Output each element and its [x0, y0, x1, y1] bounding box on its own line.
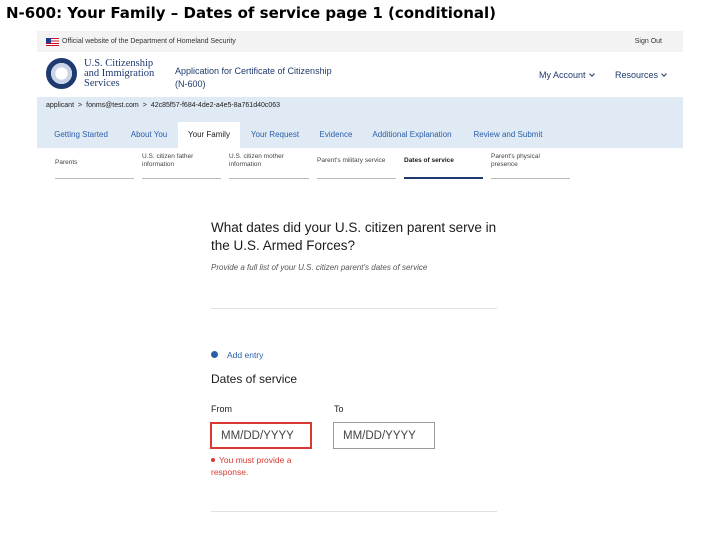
chevron-down-icon — [588, 71, 595, 77]
subnav-underline — [55, 178, 134, 179]
divider — [211, 511, 497, 512]
tab-your-family[interactable]: Your Family — [178, 122, 240, 148]
subnav-parents[interactable]: Parents — [55, 159, 135, 167]
question-hint: Provide a full list of your U.S. citizen… — [211, 263, 428, 272]
tab-review-and-submit[interactable]: Review and Submit — [467, 122, 549, 148]
from-label: From — [211, 404, 232, 414]
dates-of-service-heading: Dates of service — [211, 372, 298, 386]
divider — [211, 308, 497, 309]
subnav-parents-physical-presence[interactable]: Parent's physical presence — [491, 153, 571, 169]
subnav-underline — [229, 178, 309, 179]
from-date-error: You must provide a response. — [211, 455, 292, 477]
breadcrumb-email[interactable]: fonms@test.com — [86, 102, 139, 109]
subnav-us-citizen-father[interactable]: U.S. citizen father information — [142, 153, 222, 169]
page-question: What dates did your U.S. citizen parent … — [211, 220, 497, 253]
breadcrumb: applicant > fonms@test.com >42c85f57-f684-4… — [46, 102, 280, 109]
breadcrumb-separator-icon: > — [142, 102, 147, 109]
application-title: Application for Certificate of Citizensh… — [175, 66, 332, 89]
subnav-underline-active — [404, 177, 483, 179]
subnav-underline — [317, 178, 396, 179]
add-circle-icon — [211, 351, 218, 358]
tab-evidence[interactable]: Evidence — [313, 122, 359, 148]
section-tabs: Getting Started About You Your Family Yo… — [37, 122, 683, 148]
dhs-seal-icon — [46, 58, 77, 89]
chevron-down-icon — [661, 71, 667, 77]
error-bullet-icon — [211, 458, 215, 462]
subnav-parents-military-service[interactable]: Parent's military service — [317, 157, 399, 165]
tab-additional-explanation[interactable]: Additional Explanation — [366, 122, 458, 148]
gov-banner: Official website of the Department of Ho… — [37, 31, 683, 52]
sub-navigation: Parents U.S. citizen father information … — [37, 148, 683, 182]
subnav-underline — [142, 178, 221, 179]
my-account-menu[interactable]: My Account — [539, 70, 595, 80]
slide-title: N-600: Your Family – Dates of service pa… — [6, 4, 497, 22]
browser-page: Official website of the Department of Ho… — [37, 31, 683, 539]
tab-about-you[interactable]: About You — [122, 122, 176, 148]
breadcrumb-separator-icon: > — [78, 102, 83, 109]
subnav-underline — [491, 178, 570, 179]
tab-your-request[interactable]: Your Request — [245, 122, 305, 148]
navigation-bar: applicant > fonms@test.com >42c85f57-f684-4… — [37, 97, 683, 182]
site-header: U.S. Citizenship and Immigration Service… — [37, 52, 683, 97]
add-entry-button[interactable]: Add entry — [211, 350, 263, 360]
resources-menu[interactable]: Resources — [615, 70, 667, 80]
to-label: To — [334, 404, 344, 414]
agency-name[interactable]: U.S. Citizenship and Immigration Service… — [84, 58, 164, 89]
official-website-text: Official website of the Department of Ho… — [62, 38, 236, 45]
subnav-us-citizen-mother[interactable]: U.S. citizen mother information — [229, 153, 309, 169]
tab-getting-started[interactable]: Getting Started — [48, 122, 114, 148]
breadcrumb-applicant[interactable]: applicant — [46, 102, 74, 109]
to-date-input[interactable] — [333, 422, 435, 449]
subnav-dates-of-service[interactable]: Dates of service — [404, 157, 484, 165]
us-flag-icon — [46, 38, 59, 46]
sign-out-link[interactable]: Sign Out — [635, 38, 662, 45]
breadcrumb-case-id: 42c85f57-f684-4de2-a4e5-8a761d40c063 — [150, 102, 281, 109]
from-date-input[interactable] — [210, 422, 312, 449]
